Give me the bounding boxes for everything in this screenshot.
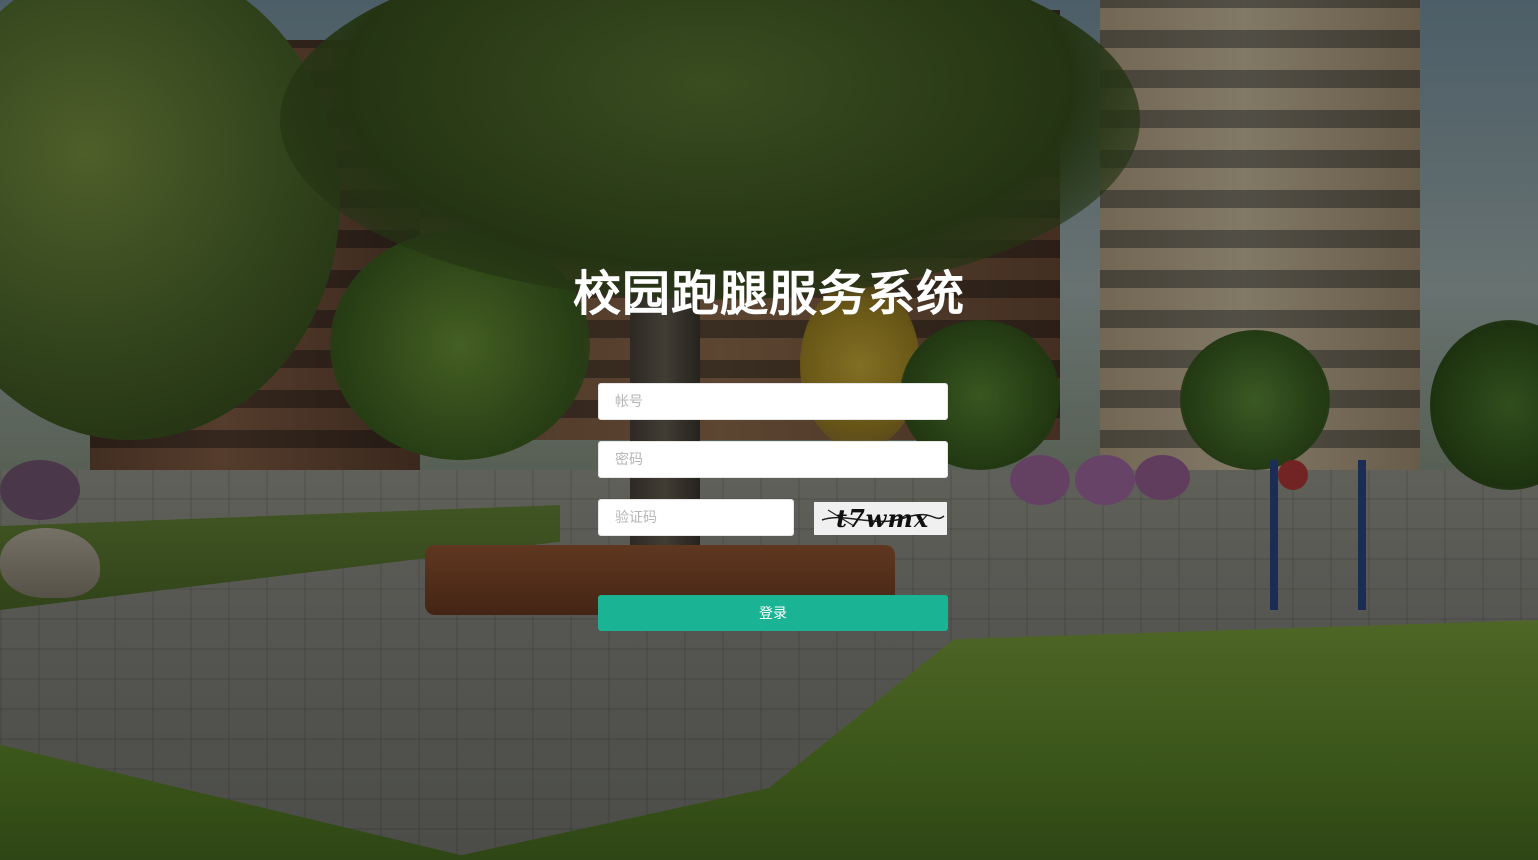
captcha-input[interactable]: [598, 499, 794, 536]
password-input[interactable]: [598, 441, 948, 478]
background-image: [0, 0, 1538, 860]
login-button[interactable]: 登录: [598, 595, 948, 631]
captcha-text: t7wmx: [836, 504, 929, 533]
captcha-image[interactable]: t7wmx: [814, 502, 947, 535]
captcha-graphic: t7wmx: [814, 502, 947, 535]
account-input[interactable]: [598, 383, 948, 420]
login-page: 校园跑腿服务系统 t7wmx 登录: [0, 0, 1538, 860]
page-title: 校园跑腿服务系统: [572, 266, 965, 323]
